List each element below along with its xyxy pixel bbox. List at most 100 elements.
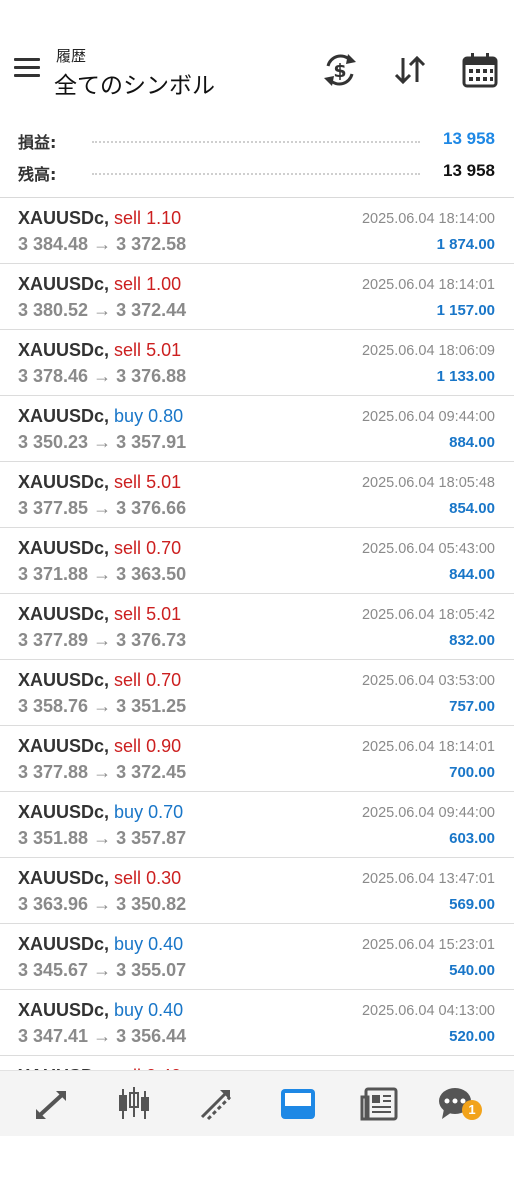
svg-text:$: $ bbox=[333, 60, 346, 82]
trade-row[interactable]: XAUUSDc, sell 0.70 3 371.88 → 3 363.50 202… bbox=[0, 528, 514, 594]
chart-icon[interactable] bbox=[114, 1085, 154, 1123]
trade-symbol: XAUUSDc, bbox=[18, 604, 110, 624]
trade-prices: 3 380.52 → 3 372.44 bbox=[18, 300, 187, 320]
trade-side: sell bbox=[114, 208, 142, 228]
trade-prices: 3 371.88 → 3 363.50 bbox=[18, 564, 187, 584]
trade-side: sell bbox=[114, 538, 142, 558]
trade-side: buy bbox=[114, 406, 144, 426]
trade-lot: 5.01 bbox=[146, 472, 182, 492]
trade-symbol: XAUUSDc, bbox=[18, 472, 110, 492]
trade-lot: 1.00 bbox=[146, 274, 182, 294]
trade-time: 2025.06.04 03:53:00 bbox=[361, 673, 495, 689]
history-icon[interactable] bbox=[278, 1085, 318, 1123]
trade-side: sell bbox=[114, 274, 142, 294]
trade-row[interactable]: XAUUSDc, sell 5.01 3 377.89 → 3 376.73 202… bbox=[0, 594, 514, 660]
trade-symbol: XAUUSDc, bbox=[18, 670, 110, 690]
trade-row[interactable]: XAUUSDc, buy 0.80 3 350.23 → 3 357.91 2025… bbox=[0, 396, 514, 462]
trade-lot: 0.40 bbox=[148, 934, 184, 954]
trade-profit: 832.00 bbox=[449, 632, 495, 649]
trade-icon[interactable] bbox=[196, 1085, 236, 1123]
trade-history-list[interactable]: XAUUSDc, sell 1.10 3 384.48 → 3 372.58 202… bbox=[0, 197, 514, 1070]
trade-side: sell bbox=[114, 868, 142, 888]
dollar-refresh-icon[interactable]: $ bbox=[320, 50, 360, 90]
trade-prices: 3 384.48 → 3 372.58 bbox=[18, 234, 187, 254]
trade-symbol: XAUUSDc, bbox=[18, 274, 110, 294]
balance-value: 13 958 bbox=[443, 161, 495, 180]
trade-lot: 1.10 bbox=[146, 208, 182, 228]
trade-row[interactable]: XAUUSDc, sell 0.30 3 363.96 → 3 350.82 202… bbox=[0, 858, 514, 924]
trade-row[interactable]: XAUUSDc, buy 0.40 3 345.67 → 3 355.07 2025… bbox=[0, 924, 514, 990]
quotes-icon[interactable] bbox=[32, 1085, 72, 1123]
trade-symbol: XAUUSDc, bbox=[18, 736, 110, 756]
trade-time: 2025.06.04 18:14:01 bbox=[361, 739, 495, 755]
trade-prices: 3 358.76 → 3 351.25 bbox=[18, 696, 187, 716]
trade-row[interactable]: XAUUSDc, sell 1.10 3 384.48 → 3 372.58 202… bbox=[0, 198, 514, 264]
trade-row[interactable]: XAUUSDc, sell 0.70 3 358.76 → 3 351.25 202… bbox=[0, 660, 514, 726]
trade-prices: 3 363.96 → 3 350.82 bbox=[18, 894, 187, 914]
trade-symbol-line: XAUUSDc, sell 0.30 bbox=[18, 868, 181, 889]
symbol-filter-title[interactable]: 全てのシンボル bbox=[54, 66, 215, 100]
hamburger-menu-icon[interactable] bbox=[14, 58, 40, 80]
trade-lot: 0.90 bbox=[146, 736, 182, 756]
trade-symbol-line: XAUUSDc, sell 0.70 bbox=[18, 538, 181, 559]
trade-lot: 5.01 bbox=[146, 340, 182, 360]
trade-prices: 3 377.85 → 3 376.66 bbox=[18, 498, 187, 518]
account-summary: 損益: 13 958 残高: 13 958 bbox=[0, 115, 514, 197]
trade-time: 2025.06.04 04:13:00 bbox=[361, 1003, 495, 1019]
trade-time: 2025.06.04 09:44:00 bbox=[361, 805, 495, 821]
profit-value: 13 958 bbox=[443, 129, 495, 148]
trade-row[interactable]: XAUUSDc, sell 5.01 3 378.46 → 3 376.88 202… bbox=[0, 330, 514, 396]
trade-profit: 1 157.00 bbox=[436, 302, 495, 319]
trade-side: sell bbox=[114, 670, 142, 690]
trade-lot: 0.70 bbox=[146, 670, 182, 690]
trade-prices: 3 377.88 → 3 372.45 bbox=[18, 762, 187, 782]
trade-time: 2025.06.04 15:23:01 bbox=[361, 937, 495, 953]
balance-label: 残高: bbox=[18, 165, 57, 184]
trade-lot: 0.70 bbox=[148, 802, 184, 822]
trade-row[interactable]: XAUUSDc, sell 1.00 3 380.52 → 3 372.44 202… bbox=[0, 264, 514, 330]
trade-symbol-line: XAUUSDc, buy 0.40 bbox=[18, 934, 183, 955]
trade-side: buy bbox=[114, 934, 144, 954]
trade-lot: 0.80 bbox=[148, 406, 184, 426]
trade-symbol: XAUUSDc, bbox=[18, 868, 110, 888]
sort-arrows-icon[interactable] bbox=[390, 50, 430, 90]
calendar-icon[interactable] bbox=[460, 50, 500, 90]
trade-side: buy bbox=[114, 802, 144, 822]
trade-lot: 5.01 bbox=[146, 604, 182, 624]
trade-time: 2025.06.04 05:43:00 bbox=[361, 541, 495, 557]
trade-profit: 569.00 bbox=[449, 896, 495, 913]
trade-symbol: XAUUSDc, bbox=[18, 406, 110, 426]
trade-side: sell bbox=[114, 736, 142, 756]
trade-prices: 3 345.67 → 3 355.07 bbox=[18, 960, 187, 980]
trade-symbol-line: XAUUSDc, sell 5.01 bbox=[18, 604, 181, 625]
trade-profit: 540.00 bbox=[449, 962, 495, 979]
trade-side: sell bbox=[114, 472, 142, 492]
trade-prices: 3 378.46 → 3 376.88 bbox=[18, 366, 187, 386]
trade-profit: 700.00 bbox=[449, 764, 495, 781]
trade-symbol-line: XAUUSDc, buy 0.80 bbox=[18, 406, 183, 427]
trade-profit: 884.00 bbox=[449, 434, 495, 451]
trade-time: 2025.06.04 18:05:48 bbox=[361, 475, 495, 491]
news-icon[interactable] bbox=[360, 1085, 400, 1123]
trade-time: 2025.06.04 18:06:09 bbox=[361, 343, 495, 359]
trade-symbol-line: XAUUSDc, sell 0.70 bbox=[18, 670, 181, 691]
trade-symbol-line: XAUUSDc, sell 5.01 bbox=[18, 340, 181, 361]
trade-row[interactable]: XAUUSDc, sell 5.01 3 377.85 → 3 376.66 202… bbox=[0, 462, 514, 528]
trade-symbol-line: XAUUSDc, buy 0.70 bbox=[18, 802, 183, 823]
trade-profit: 1 874.00 bbox=[436, 236, 495, 253]
chat-notification-badge: 1 bbox=[462, 1100, 482, 1120]
trade-symbol: XAUUSDc, bbox=[18, 538, 110, 558]
trade-row[interactable]: XAUUSDc, sell 0.40 bbox=[0, 1056, 514, 1070]
trade-lot: 0.40 bbox=[148, 1000, 184, 1020]
trade-time: 2025.06.04 18:05:42 bbox=[361, 607, 495, 623]
trade-prices: 3 377.89 → 3 376.73 bbox=[18, 630, 187, 650]
trade-row[interactable]: XAUUSDc, buy 0.70 3 351.88 → 3 357.87 2025… bbox=[0, 792, 514, 858]
trade-time: 2025.06.04 18:14:00 bbox=[361, 211, 495, 227]
trade-side: sell bbox=[114, 604, 142, 624]
trade-row[interactable]: XAUUSDc, buy 0.40 3 347.41 → 3 356.44 2025… bbox=[0, 990, 514, 1056]
trade-lot: 0.70 bbox=[146, 538, 182, 558]
trade-row[interactable]: XAUUSDc, sell 0.90 3 377.88 → 3 372.45 202… bbox=[0, 726, 514, 792]
trade-symbol-line: XAUUSDc, sell 1.00 bbox=[18, 274, 181, 295]
trade-profit: 757.00 bbox=[449, 698, 495, 715]
balance-row: 残高: 13 958 bbox=[0, 153, 514, 185]
